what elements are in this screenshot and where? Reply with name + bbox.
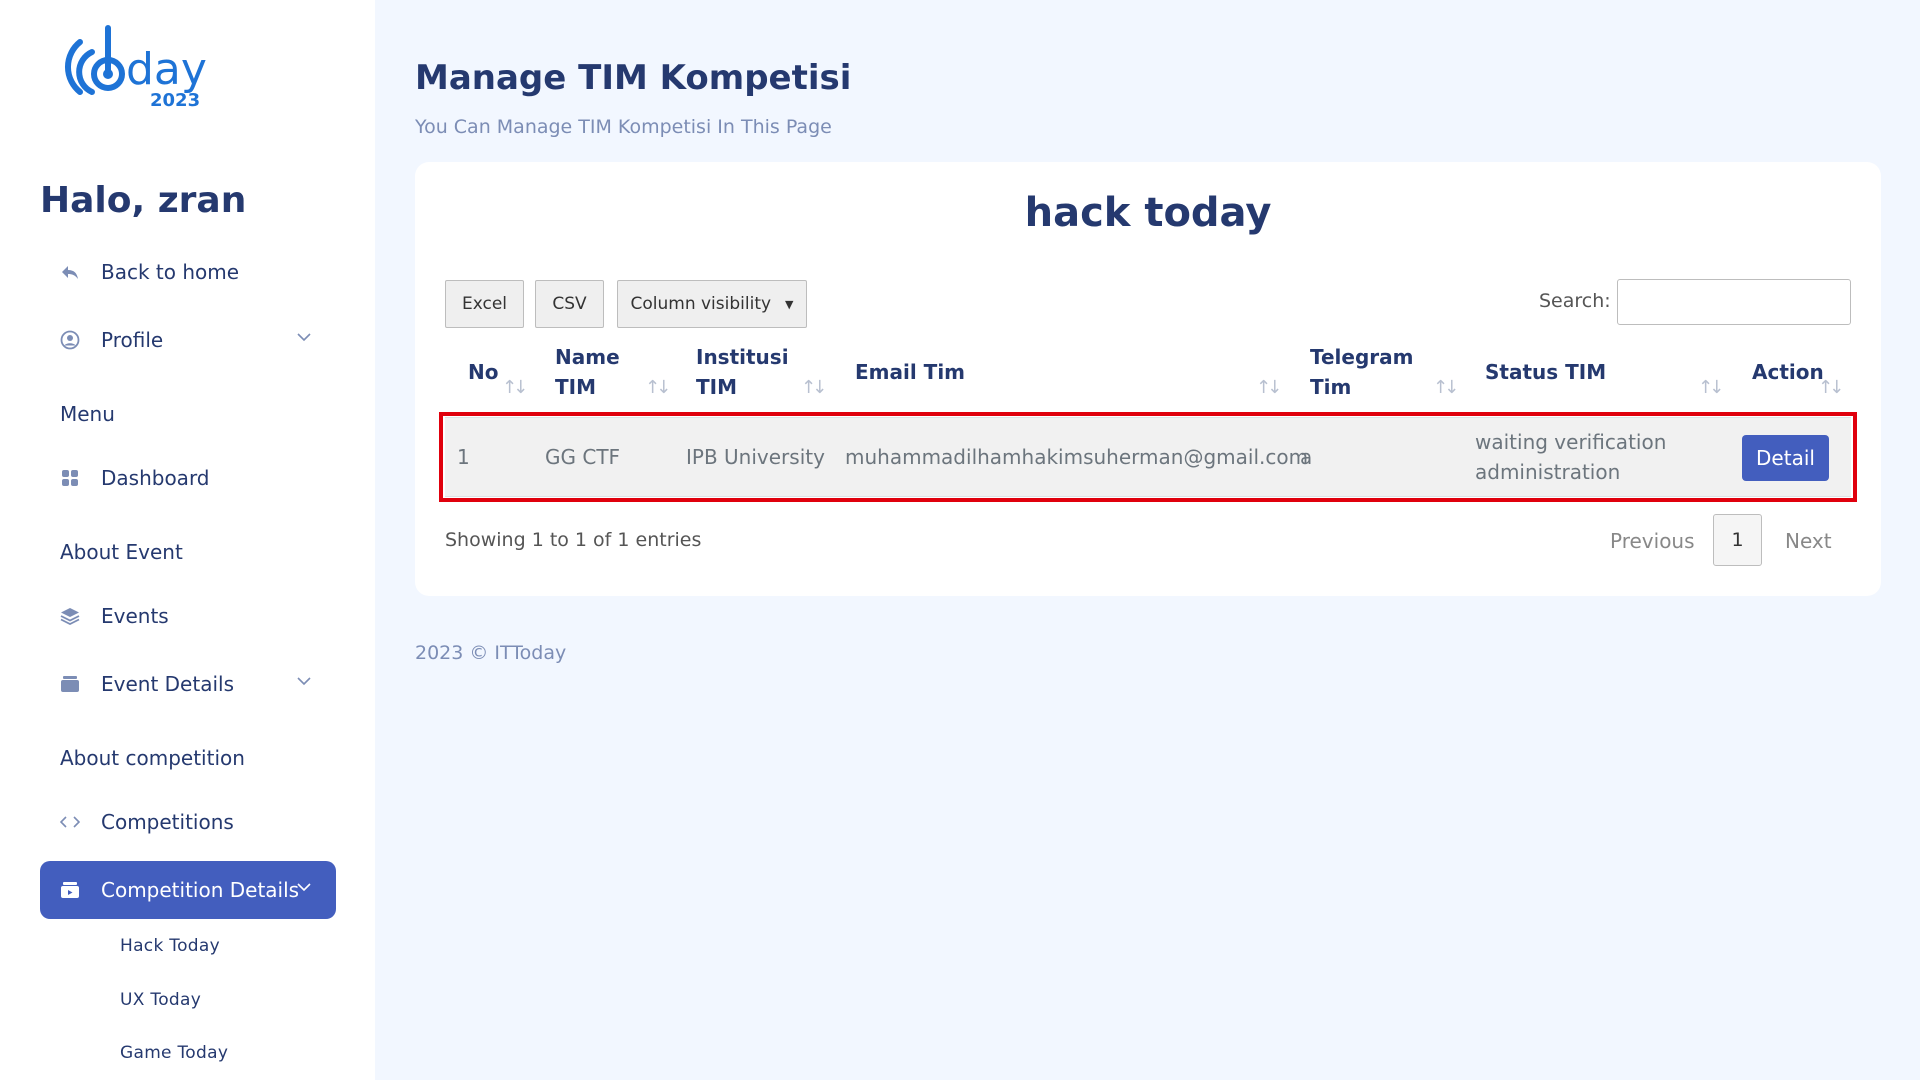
pagination-next[interactable]: Next — [1785, 529, 1832, 553]
sort-icon: ↑↓ — [1433, 377, 1459, 398]
archive-icon — [60, 674, 80, 694]
header-institusi-tim[interactable]: Institusi TIM — [696, 342, 789, 402]
header-institusi-line1: Institusi — [696, 345, 789, 369]
card-title: hack today — [1024, 190, 1272, 236]
nav-dashboard[interactable]: Dashboard — [40, 449, 336, 507]
sort-icon: ↑↓ — [502, 377, 528, 398]
pagination-page-1[interactable]: 1 — [1713, 514, 1762, 566]
logo-year: 2023 — [150, 90, 200, 111]
nav-profile-label: Profile — [101, 328, 164, 352]
nav-dashboard-label: Dashboard — [101, 466, 210, 490]
section-about-event: About Event — [60, 540, 183, 564]
nav-back-to-home[interactable]: Back to home — [40, 243, 336, 301]
pagination-previous[interactable]: Previous — [1610, 529, 1695, 553]
nav-competitions-label: Competitions — [101, 810, 234, 834]
logo-word: day — [126, 44, 207, 95]
reply-arrow-icon — [60, 262, 80, 282]
header-name-line1: Name — [555, 345, 620, 369]
nav-profile[interactable]: Profile — [40, 311, 336, 369]
header-status-tim[interactable]: Status TIM — [1485, 357, 1606, 387]
chevron-down-icon — [296, 877, 312, 896]
teams-card: hack today Excel CSV Column visibility ▼… — [415, 162, 1881, 596]
submenu-ux-today[interactable]: UX Today — [120, 990, 201, 1010]
header-institusi-line2: TIM — [696, 375, 737, 399]
submenu-game-today[interactable]: Game Today — [120, 1043, 228, 1063]
column-visibility-button[interactable]: Column visibility ▼ — [617, 280, 807, 328]
nav-competition-details[interactable]: Competition Details — [40, 861, 336, 919]
header-telegram-tim[interactable]: Telegram Tim — [1310, 342, 1414, 402]
nav-event-details-label: Event Details — [101, 672, 234, 696]
header-email-tim[interactable]: Email Tim — [855, 357, 965, 387]
table-info: Showing 1 to 1 of 1 entries — [445, 529, 702, 551]
header-name-tim[interactable]: Name TIM — [555, 342, 620, 402]
grid-icon — [60, 468, 80, 488]
excel-button[interactable]: Excel — [445, 280, 524, 328]
submenu-hack-today[interactable]: Hack Today — [120, 936, 220, 956]
nav-event-details[interactable]: Event Details — [40, 655, 336, 713]
archive-icon — [60, 880, 80, 900]
code-icon — [60, 812, 80, 832]
nav-events-label: Events — [101, 604, 169, 628]
nav-events[interactable]: Events — [40, 587, 336, 645]
row-highlight-box — [439, 412, 1857, 502]
header-no[interactable]: No — [468, 357, 498, 387]
page-subtitle: You Can Manage TIM Kompetisi In This Pag… — [415, 116, 832, 138]
nav-competitions[interactable]: Competitions — [40, 793, 336, 851]
chevron-down-icon — [296, 671, 312, 690]
user-circle-icon — [60, 330, 80, 350]
sort-icon: ↑↓ — [1818, 377, 1844, 398]
nav-back-to-home-label: Back to home — [101, 260, 240, 284]
page-footer: 2023 © ITToday — [415, 642, 567, 664]
nav-competition-details-label: Competition Details — [101, 878, 300, 902]
section-about-competition: About competition — [60, 746, 245, 770]
header-telegram-line2: Tim — [1310, 375, 1352, 399]
ittoday-logo[interactable]: day 2023 — [40, 22, 230, 122]
search-input[interactable] — [1617, 279, 1851, 325]
csv-button[interactable]: CSV — [535, 280, 604, 328]
sort-icon: ↑↓ — [1698, 377, 1724, 398]
page-title: Manage TIM Kompetisi — [415, 58, 852, 98]
sort-icon: ↑↓ — [801, 377, 827, 398]
header-telegram-line1: Telegram — [1310, 345, 1414, 369]
header-name-line2: TIM — [555, 375, 596, 399]
greeting: Halo, zran — [40, 180, 247, 221]
search-label: Search: — [1539, 290, 1611, 312]
layers-icon — [60, 606, 80, 626]
caret-down-icon: ▼ — [785, 297, 794, 311]
section-menu: Menu — [60, 402, 115, 426]
sort-icon: ↑↓ — [645, 377, 671, 398]
sidebar: day 2023 Halo, zran Back to home Profile… — [0, 0, 375, 1080]
sort-icon: ↑↓ — [1256, 377, 1282, 398]
column-visibility-label: Column visibility — [630, 294, 772, 314]
header-action[interactable]: Action — [1752, 357, 1824, 387]
chevron-down-icon — [296, 327, 312, 346]
